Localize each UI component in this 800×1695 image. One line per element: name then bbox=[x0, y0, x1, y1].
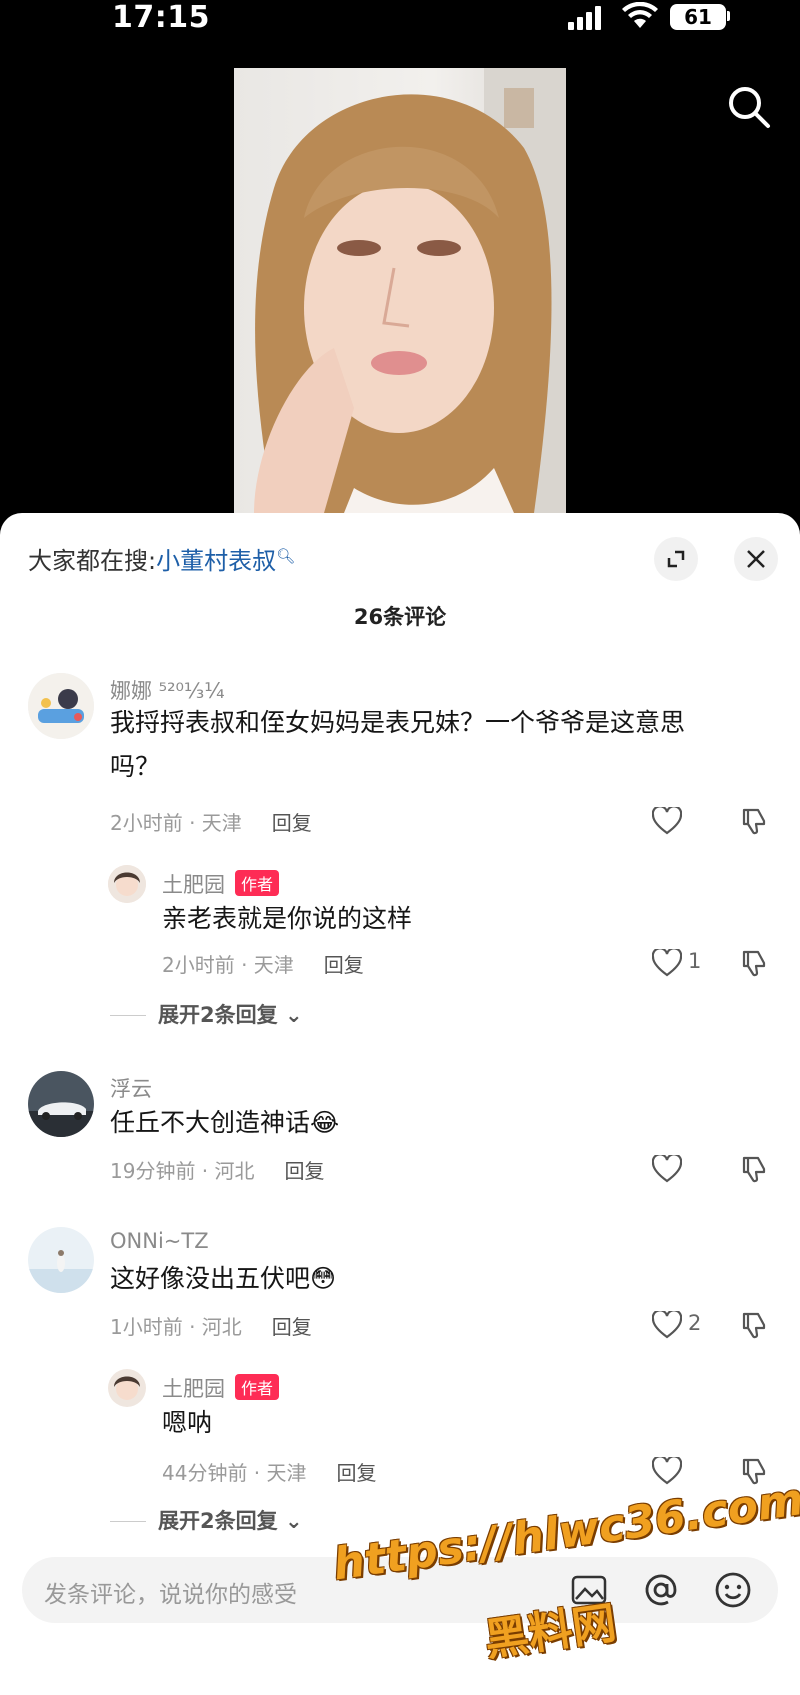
mention-icon[interactable] bbox=[642, 1571, 680, 1609]
comment-text: 这好像没出五伏吧😳 bbox=[110, 1264, 337, 1293]
video-player[interactable] bbox=[234, 68, 566, 513]
reply-text: 嗯呐 bbox=[162, 1408, 213, 1437]
author-badge: 作者 bbox=[235, 1374, 280, 1400]
trending-keyword[interactable]: 小董村表叔 bbox=[156, 547, 276, 575]
avatar[interactable] bbox=[28, 1227, 94, 1293]
author-badge: 作者 bbox=[235, 870, 280, 896]
reply-username-text: 土肥园 bbox=[162, 1377, 225, 1401]
reply-time-location: 44分钟前 · 天津 bbox=[162, 1461, 307, 1485]
divider bbox=[110, 1015, 146, 1016]
like-icon[interactable] bbox=[652, 949, 682, 977]
avatar-image bbox=[108, 1369, 146, 1407]
avatar[interactable] bbox=[28, 673, 94, 739]
status-bar: 17:15 61 bbox=[0, 0, 800, 40]
reply-button[interactable]: 回复 bbox=[272, 1315, 312, 1339]
like-icon[interactable] bbox=[652, 1311, 682, 1339]
reply-meta: 44分钟前 · 天津 回复 bbox=[162, 1457, 377, 1486]
avatar[interactable] bbox=[108, 865, 146, 903]
comment-input-placeholder[interactable]: 发条评论，说说你的感受 bbox=[44, 1575, 297, 1609]
video-frame-image bbox=[254, 68, 566, 513]
expand-icon bbox=[667, 550, 685, 568]
reply-text: 亲老表就是你说的这样 bbox=[162, 904, 413, 933]
like-count: 1 bbox=[688, 949, 702, 973]
battery-tip bbox=[727, 11, 730, 21]
battery-icon: 61 bbox=[670, 4, 726, 30]
trending-prefix: 大家都在搜: bbox=[28, 547, 157, 575]
reply-button[interactable]: 回复 bbox=[272, 811, 312, 835]
reply-button[interactable]: 回复 bbox=[337, 1461, 377, 1485]
search-small-icon: 🔍︎ bbox=[276, 547, 296, 565]
dislike-icon[interactable] bbox=[740, 949, 768, 977]
avatar-image bbox=[28, 1071, 94, 1137]
comment-time-location: 2小时前 · 天津 bbox=[110, 811, 242, 835]
reply-button[interactable]: 回复 bbox=[324, 953, 364, 977]
reply-time-location: 2小时前 · 天津 bbox=[162, 953, 294, 977]
like-icon[interactable] bbox=[652, 807, 682, 835]
signal-icon bbox=[568, 6, 601, 30]
comment-meta: 1小时前 · 河北 回复 bbox=[110, 1311, 312, 1340]
avatar-image bbox=[28, 1227, 94, 1293]
status-time: 17:15 bbox=[112, 0, 210, 35]
divider bbox=[110, 1521, 146, 1522]
comment-username[interactable]: ONNi~TZ bbox=[110, 1229, 209, 1253]
avatar[interactable] bbox=[28, 1071, 94, 1137]
close-icon bbox=[747, 550, 765, 568]
expand-replies-button[interactable]: 展开2条回复 ⌄ bbox=[110, 999, 303, 1029]
reply-button[interactable]: 回复 bbox=[285, 1159, 325, 1183]
avatar[interactable] bbox=[108, 1369, 146, 1407]
comment-text-line: 我捋捋表叔和侄女妈妈是表兄妹？一个爷爷是这意思 bbox=[110, 708, 686, 737]
expand-replies-button[interactable]: 展开2条回复 ⌄ bbox=[110, 1505, 303, 1535]
expand-button[interactable] bbox=[654, 537, 698, 581]
comment-username[interactable]: 浮云 bbox=[110, 1073, 152, 1103]
like-icon[interactable] bbox=[652, 1457, 682, 1485]
emoji-icon[interactable] bbox=[714, 1571, 752, 1609]
comment-text: 任丘不大创造神话😂 bbox=[110, 1108, 340, 1137]
reply-username[interactable]: 土肥园 作者 bbox=[162, 1373, 280, 1403]
expand-replies-label: 展开2条回复 bbox=[158, 1003, 278, 1027]
search-icon[interactable] bbox=[726, 84, 772, 130]
trending-search[interactable]: 大家都在搜:小董村表叔🔍︎ bbox=[28, 541, 295, 576]
reply-username[interactable]: 土肥园 作者 bbox=[162, 869, 280, 899]
chevron-down-icon: ⌄ bbox=[284, 1509, 303, 1533]
dislike-icon[interactable] bbox=[740, 1155, 768, 1183]
chevron-down-icon: ⌄ bbox=[284, 1003, 303, 1027]
reply-meta: 2小时前 · 天津 回复 bbox=[162, 949, 364, 978]
comment-meta: 19分钟前 · 河北 回复 bbox=[110, 1155, 325, 1184]
comment-time-location: 1小时前 · 河北 bbox=[110, 1315, 242, 1339]
avatar-image bbox=[28, 673, 94, 739]
close-button[interactable] bbox=[734, 537, 778, 581]
reply-username-text: 土肥园 bbox=[162, 873, 225, 897]
comment-count: 26条评论 bbox=[353, 605, 447, 629]
comment-meta: 2小时前 · 天津 回复 bbox=[110, 807, 312, 836]
dislike-icon[interactable] bbox=[740, 807, 768, 835]
expand-replies-label: 展开2条回复 bbox=[158, 1509, 278, 1533]
wifi-icon bbox=[622, 2, 658, 28]
like-count: 2 bbox=[688, 1311, 702, 1335]
comment-text: 我捋捋表叔和侄女妈妈是表兄妹？一个爷爷是这意思 吗？ bbox=[110, 701, 685, 789]
comment-text-line: 吗？ bbox=[110, 752, 161, 781]
dislike-icon[interactable] bbox=[740, 1311, 768, 1339]
like-icon[interactable] bbox=[652, 1155, 682, 1183]
avatar-image bbox=[108, 865, 146, 903]
comment-time-location: 19分钟前 · 河北 bbox=[110, 1159, 255, 1183]
